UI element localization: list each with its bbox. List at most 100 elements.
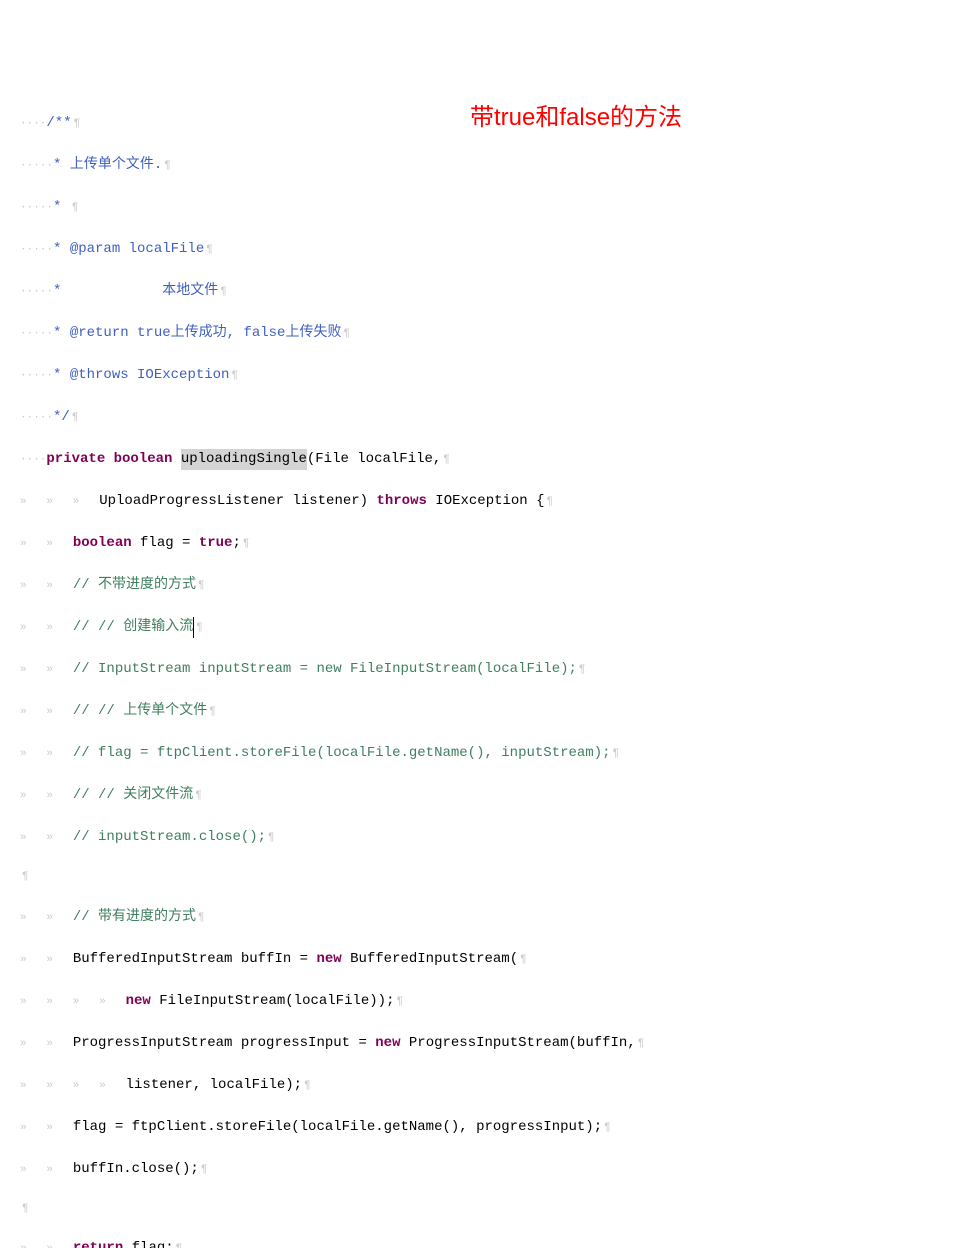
whitespace: ····· xyxy=(20,284,53,301)
whitespace: ···· xyxy=(20,116,46,133)
newline-marker: ¶ xyxy=(74,116,81,133)
newline-marker: ¶ xyxy=(201,1162,208,1179)
comment-cursor: // // 创建输入流 xyxy=(73,617,194,638)
code-line: ·····* ¶ xyxy=(20,197,975,218)
code-line: » » » UploadProgressListener listener) t… xyxy=(20,491,975,512)
javadoc-text: * 上传单个文件. xyxy=(53,155,162,176)
javadoc-text: * 本地文件 xyxy=(53,281,218,302)
newline-marker: ¶ xyxy=(220,284,227,301)
code-text: flag; xyxy=(123,1238,173,1248)
whitespace: » » xyxy=(20,662,73,679)
method-name-highlight: uploadingSingle xyxy=(181,449,307,470)
javadoc-return: * @return true上传成功, false上传失败 xyxy=(53,323,341,344)
whitespace: ····· xyxy=(20,410,53,427)
method-params: UploadProgressListener listener) xyxy=(99,491,376,512)
code-line: » » // flag = ftpClient.storeFile(localF… xyxy=(20,743,975,764)
javadoc-end: */ xyxy=(53,407,70,428)
code-line: ····private boolean uploadingSingle(File… xyxy=(20,449,975,470)
newline-marker: ¶ xyxy=(613,746,620,763)
whitespace: » » xyxy=(20,620,73,637)
code-line: » » // // 创建输入流¶ xyxy=(20,617,975,638)
code-line: ¶ xyxy=(20,1201,975,1218)
whitespace: » » xyxy=(20,1036,73,1053)
code-line: ¶ xyxy=(20,869,975,886)
newline-marker: ¶ xyxy=(196,620,203,637)
whitespace: ····· xyxy=(20,242,53,259)
keyword-return: return xyxy=(73,1238,123,1248)
whitespace: » » xyxy=(20,536,73,553)
javadoc-text: * xyxy=(53,197,70,218)
keyword-boolean: boolean xyxy=(73,533,132,554)
whitespace: » » xyxy=(20,910,73,927)
code-text: ProgressInputStream progressInput = xyxy=(73,1033,375,1054)
code-text: ; xyxy=(232,533,240,554)
whitespace: ···· xyxy=(20,452,46,469)
code-line: » » boolean flag = true;¶ xyxy=(20,533,975,554)
newline-marker: ¶ xyxy=(343,326,350,343)
newline-marker: ¶ xyxy=(604,1120,611,1137)
code-editor[interactable]: ····/**¶ ·····* 上传单个文件.¶ ·····* ¶ ·····*… xyxy=(20,92,975,1248)
whitespace: ····· xyxy=(20,368,53,385)
newline-marker: ¶ xyxy=(206,242,213,259)
whitespace: ····· xyxy=(20,326,53,343)
code-line: ·····* 上传单个文件.¶ xyxy=(20,155,975,176)
keyword-boolean: boolean xyxy=(114,449,173,470)
code-line: ·····* @param localFile¶ xyxy=(20,239,975,260)
code-text: ProgressInputStream(buffIn, xyxy=(400,1033,635,1054)
whitespace: » » xyxy=(20,1241,73,1248)
newline-marker: ¶ xyxy=(304,1078,311,1095)
keyword-new: new xyxy=(316,949,341,970)
javadoc-throws: * @throws IOException xyxy=(53,365,229,386)
code-text: BufferedInputStream( xyxy=(342,949,518,970)
whitespace: » » » » xyxy=(20,994,126,1011)
keyword-new: new xyxy=(375,1033,400,1054)
newline-marker: ¶ xyxy=(443,452,450,469)
newline-marker: ¶ xyxy=(72,200,79,217)
code-line: » » // 带有进度的方式¶ xyxy=(20,907,975,928)
newline-marker: ¶ xyxy=(72,410,79,427)
whitespace: » » » xyxy=(20,494,99,511)
javadoc-start: /** xyxy=(46,113,71,134)
code-text: IOException { xyxy=(427,491,545,512)
newline-marker: ¶ xyxy=(396,994,403,1011)
code-line: ·····* @throws IOException¶ xyxy=(20,365,975,386)
whitespace: » » xyxy=(20,1120,73,1137)
newline-marker: ¶ xyxy=(22,1201,29,1218)
newline-marker: ¶ xyxy=(231,368,238,385)
code-text: flag = xyxy=(132,533,199,554)
annotation-overlay: 带true和false的方法 xyxy=(470,100,682,136)
keyword-private: private xyxy=(46,449,105,470)
newline-marker: ¶ xyxy=(176,1241,183,1248)
whitespace: » » xyxy=(20,830,73,847)
comment: // // 上传单个文件 xyxy=(73,701,207,722)
code-line: » » buffIn.close();¶ xyxy=(20,1159,975,1180)
newline-marker: ¶ xyxy=(164,158,171,175)
method-params: (File localFile, xyxy=(307,449,441,470)
newline-marker: ¶ xyxy=(198,910,205,927)
newline-marker: ¶ xyxy=(195,788,202,805)
code-line: » » ProgressInputStream progressInput = … xyxy=(20,1033,975,1054)
code-line: » » // // 上传单个文件¶ xyxy=(20,701,975,722)
whitespace: » » xyxy=(20,788,73,805)
comment: // 带有进度的方式 xyxy=(73,907,196,928)
newline-marker: ¶ xyxy=(243,536,250,553)
code-line: ·····* 本地文件¶ xyxy=(20,281,975,302)
code-line: » » // // 关闭文件流¶ xyxy=(20,785,975,806)
code-text: BufferedInputStream buffIn = xyxy=(73,949,317,970)
whitespace: » » xyxy=(20,704,73,721)
newline-marker: ¶ xyxy=(638,1036,645,1053)
whitespace: » » xyxy=(20,952,73,969)
code-line: » » BufferedInputStream buffIn = new Buf… xyxy=(20,949,975,970)
whitespace: » » » » xyxy=(20,1078,126,1095)
whitespace: » » xyxy=(20,578,73,595)
code-line: » » // InputStream inputStream = new Fil… xyxy=(20,659,975,680)
code-text: FileInputStream(localFile)); xyxy=(151,991,395,1012)
whitespace: ····· xyxy=(20,200,53,217)
keyword-throws: throws xyxy=(376,491,426,512)
code-line: ·····* @return true上传成功, false上传失败¶ xyxy=(20,323,975,344)
code-line: » » flag = ftpClient.storeFile(localFile… xyxy=(20,1117,975,1138)
code-text: flag = ftpClient.storeFile(localFile.get… xyxy=(73,1117,602,1138)
whitespace: » » xyxy=(20,1162,73,1179)
code-line: » » » » new FileInputStream(localFile));… xyxy=(20,991,975,1012)
newline-marker: ¶ xyxy=(22,869,29,886)
